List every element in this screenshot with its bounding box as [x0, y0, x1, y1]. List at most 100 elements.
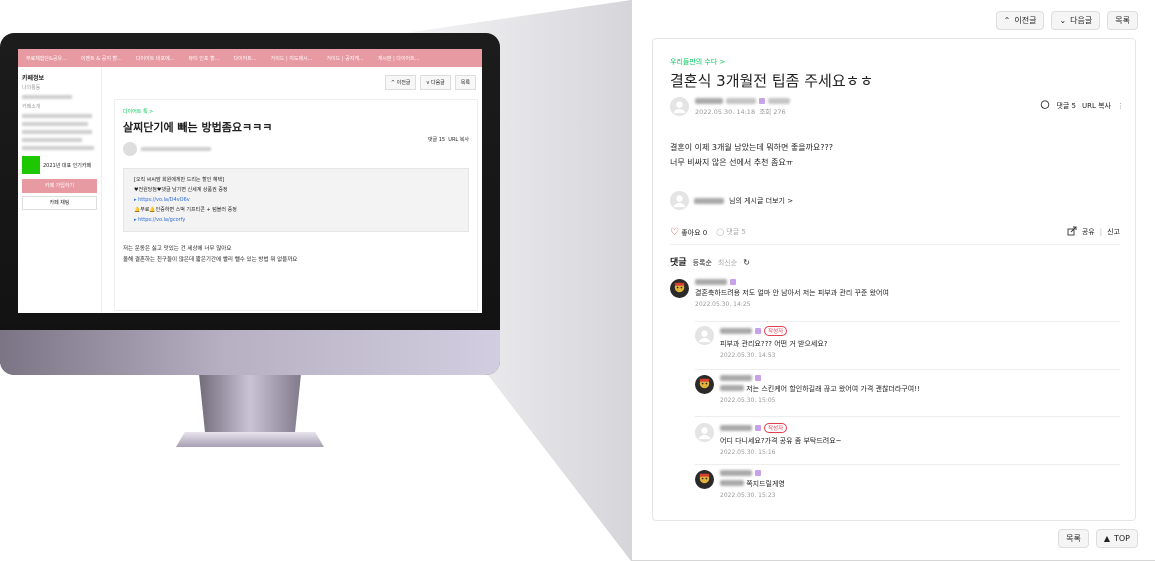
like-button[interactable]: ♡ 좋아요 0 — [670, 227, 707, 238]
next-post-label: 다음글 — [430, 80, 445, 86]
url-copy-link[interactable]: URL 복사 — [1082, 101, 1111, 111]
post-title: 결혼식 3개월전 팁좀 주세요ㅎㅎ — [670, 72, 874, 90]
blurred-nickname[interactable] — [720, 375, 752, 381]
refresh-icon[interactable]: ↻ — [743, 258, 750, 267]
next-post-label: 다음글 — [1070, 16, 1093, 25]
comment-date: 2022.05.30. 14:53 — [720, 352, 776, 359]
notice-link[interactable]: ▸ https://vo.la/D4vO6v — [134, 195, 458, 205]
cafe-intro-link[interactable]: 카페소개 — [22, 103, 97, 110]
comment-count[interactable]: 댓글 5 — [1056, 101, 1076, 111]
comment-toggle[interactable]: ◯ 댓글 5 — [716, 227, 746, 237]
comment-count[interactable]: 댓글 15 — [428, 137, 445, 143]
character-avatar[interactable] — [695, 375, 714, 394]
comments-header: 댓글 등록순 최신순 ↻ — [670, 255, 750, 268]
prev-post-button[interactable]: ^ 이전글 — [384, 75, 417, 90]
nav-item[interactable]: 다이어트 비포에... — [136, 55, 175, 62]
blurred-cafe-meta — [22, 146, 94, 150]
nav-item[interactable]: 가이드 | 지도제시... — [271, 55, 313, 62]
board-link[interactable]: 우리들만의 수다 > — [670, 57, 725, 67]
comment-nickname-row: 작성자 — [720, 326, 827, 336]
author-info: 2022.05.30. 14:18 조회 276 — [695, 97, 790, 116]
blurred-nickname[interactable] — [720, 328, 752, 334]
article-nav-buttons: ^ 이전글 v 다음글 목록 — [384, 75, 476, 90]
list-button[interactable]: 목록 — [454, 75, 476, 90]
next-post-button[interactable]: ⌄ 다음글 — [1051, 11, 1101, 30]
prev-post-label: 이전글 — [1014, 16, 1037, 25]
comment-item: 결혼축하드려용 저도 얼마 안 남아서 저는 피부과 관리 꾸준 왔어여 2022… — [670, 279, 889, 308]
avatar[interactable] — [695, 326, 714, 345]
comment-nickname-row — [695, 279, 889, 285]
post-nav-buttons: ⌃ 이전글 ⌄ 다음글 목록 — [995, 11, 1138, 30]
nav-item[interactable]: 게시판 | 다이어트... — [378, 55, 420, 62]
post-date: 2022.05.30. 14:18 — [695, 107, 756, 116]
top-button[interactable]: ▲ TOP — [1095, 529, 1138, 548]
join-cafe-button[interactable]: 카페 가입하기 — [22, 179, 97, 193]
more-options-icon[interactable]: ⋮ — [1117, 102, 1124, 110]
comment-date: 2022.05.30. 14:25 — [695, 301, 751, 308]
more-author-posts-link[interactable]: 님의 게시글 더보기 > — [670, 191, 793, 210]
nav-item[interactable]: 가이드 | 공지게... — [326, 55, 363, 62]
comment-item: 쪽지드릴게영 2022.05.30. 15:23 — [695, 470, 785, 499]
comment-icon: ◯ — [716, 228, 725, 236]
blurred-cafe-meta — [22, 122, 88, 126]
comment-date: 2022.05.30. 15:16 — [720, 449, 776, 456]
character-avatar[interactable] — [695, 470, 714, 489]
default-avatar-icon — [670, 97, 689, 116]
blurred-nickname[interactable] — [695, 279, 727, 285]
list-button[interactable]: 목록 — [1107, 11, 1138, 30]
next-post-button[interactable]: v 다음글 — [420, 75, 451, 90]
cafe-chat-button[interactable]: 카페 채팅 — [22, 196, 97, 210]
avatar — [670, 191, 689, 210]
avatar[interactable] — [123, 142, 137, 156]
notice-box: [오직 씨씨맘 회원에게만 드리는 할인 혜택] ♥전원당첨♥댓글 남기면 신세… — [123, 168, 469, 232]
notice-line: 🔔무료🔔인증하면 스벅 기프티콘 + 텀블러 증정 — [134, 207, 237, 213]
nav-item[interactable]: 다이어트... — [233, 55, 256, 62]
share-icon[interactable] — [1067, 226, 1077, 238]
prev-post-button[interactable]: ⌃ 이전글 — [995, 11, 1045, 30]
my-activity-label[interactable]: 나의활동 — [22, 84, 97, 91]
comment-item: 작성자 피부과 관리요??? 어떤 거 받으세요? 2022.05.30. 14:5… — [695, 326, 827, 359]
comment-text-value: 저는 스킨케어 할인하길래 끊고 왔어여 가격 괜찮더라구여!! — [746, 385, 920, 393]
share-button[interactable]: 공유 — [1082, 227, 1095, 237]
prev-post-label: 이전글 — [396, 80, 411, 86]
avatar[interactable] — [670, 97, 689, 116]
content-line: 너무 비싸지 않은 선에서 추천 좀요ㅠ — [670, 158, 794, 167]
comment-text-value: 결혼축하드려용 저도 얼마 안 남아서 저는 피부과 관리 꾸준 왔어여 — [695, 289, 889, 297]
avatar[interactable] — [695, 423, 714, 442]
sort-latest-tab[interactable]: 최신순 — [718, 258, 737, 268]
comment-text: 결혼축하드려용 저도 얼마 안 남아서 저는 피부과 관리 꾸준 왔어여 — [695, 288, 889, 298]
nav-item[interactable]: 이벤트 & 공지 할... — [81, 55, 122, 62]
reaction-right: 공유 | 신고 — [1067, 226, 1120, 238]
author-row — [123, 142, 469, 156]
sort-registered-tab[interactable]: 등록순 — [693, 258, 712, 268]
list-button[interactable]: 목록 — [1058, 529, 1089, 548]
blurred-nickname[interactable] — [720, 470, 752, 476]
blurred-author-name — [141, 147, 211, 151]
notice-link[interactable]: ▸ https://vo.la/gcorfy — [134, 215, 458, 225]
bottom-buttons: 목록 ▲ TOP — [1058, 529, 1138, 548]
url-copy-link[interactable]: URL 복사 — [448, 137, 469, 143]
blurred-nickname[interactable] — [720, 425, 752, 431]
comment-text-value: 어디 다니세요?가격 공유 좀 부탁드려요~ — [720, 437, 842, 445]
blurred-mention — [720, 480, 744, 486]
report-button[interactable]: 신고 — [1107, 227, 1120, 237]
comment-date: 2022.05.30. 15:05 — [720, 397, 776, 404]
divider-line — [670, 244, 1120, 245]
post-meta: 2022.05.30. 14:18 조회 276 — [695, 106, 790, 116]
post-card: 우리들만의 수다 > 결혼식 3개월전 팁좀 주세요ㅎㅎ 2022.05.30.… — [652, 38, 1136, 521]
blurred-cafe-meta — [22, 130, 92, 134]
comment-body: 작성자 피부과 관리요??? 어떤 거 받으세요? 2022.05.30. 14:5… — [720, 326, 827, 359]
post-title: 살찌단기에 빼는 방법좀요ㅋㅋㅋ — [123, 121, 273, 134]
comment-date: 2022.05.30. 15:23 — [720, 492, 776, 499]
blurred-author-name[interactable] — [695, 97, 723, 104]
divider: | — [1099, 228, 1103, 236]
character-avatar[interactable] — [670, 279, 689, 298]
nav-item[interactable]: 무료체험단&공유... — [26, 55, 67, 62]
cafe-info-label[interactable]: 카페정보 — [22, 73, 97, 82]
author-name-row — [695, 97, 790, 104]
writer-badge: 작성자 — [764, 326, 788, 336]
blurred-author-name — [694, 197, 724, 204]
like-label: 좋아요 0 — [681, 228, 708, 237]
board-link[interactable]: 다이어트 톡 > — [123, 108, 469, 115]
nav-item[interactable]: 뷰티 인포 할... — [188, 55, 219, 62]
